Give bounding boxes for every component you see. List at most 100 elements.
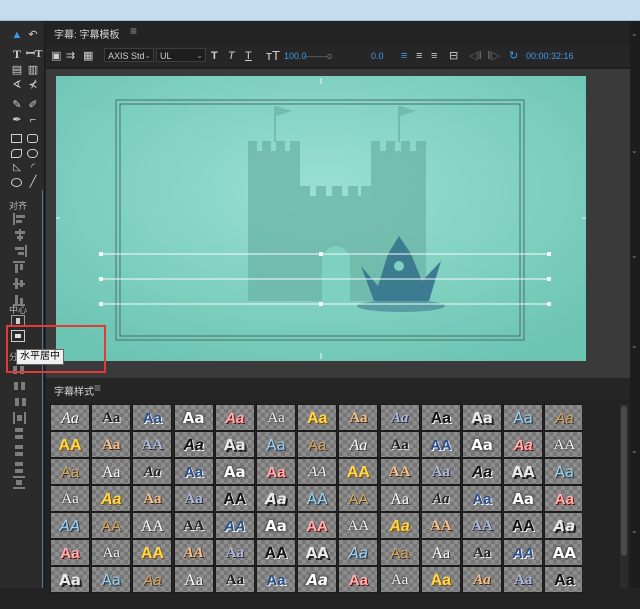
line-tool-icon[interactable]: ╱ <box>26 176 40 188</box>
title-style-swatch[interactable]: Aa <box>379 485 420 512</box>
title-style-swatch[interactable]: AA <box>214 485 255 512</box>
delete-anchor-tool-icon[interactable]: ✐ <box>26 99 40 111</box>
title-style-swatch[interactable]: Aa <box>297 404 338 431</box>
title-style-swatch[interactable]: AA <box>297 539 338 566</box>
title-style-swatch[interactable]: AA <box>173 539 214 566</box>
title-style-swatch[interactable]: AA <box>214 512 255 539</box>
title-style-swatch[interactable]: Aa <box>503 404 544 431</box>
title-style-swatch[interactable]: AA <box>297 512 338 539</box>
chevron-icon[interactable]: ⌄ <box>631 526 638 535</box>
title-style-swatch[interactable]: Aa <box>50 404 90 431</box>
title-style-swatch[interactable]: Aa <box>214 404 255 431</box>
convert-anchor-tool-icon[interactable]: ⌐ <box>26 114 40 126</box>
title-style-swatch[interactable]: Aa <box>50 485 90 512</box>
title-style-swatch[interactable]: AA <box>338 512 379 539</box>
title-style-swatch[interactable]: Aa <box>544 458 582 485</box>
title-style-swatch[interactable]: Aa <box>544 404 582 431</box>
chevron-icon[interactable]: ⌄ <box>631 146 638 155</box>
scrollbar-thumb[interactable] <box>621 406 627 556</box>
title-style-swatch[interactable]: Aa <box>379 431 420 458</box>
styles-menu-icon[interactable]: ≡ <box>94 381 101 395</box>
title-style-swatch[interactable]: Aa <box>132 485 173 512</box>
center-text-icon[interactable]: ≡ <box>416 49 422 63</box>
area-type-tool-icon[interactable]: ▤ <box>10 64 24 76</box>
title-style-swatch[interactable]: Aa <box>214 431 255 458</box>
arc-tool-icon[interactable]: ◜ <box>26 162 40 174</box>
title-style-swatch[interactable]: Aa <box>379 512 420 539</box>
title-style-swatch[interactable]: Aa <box>297 431 338 458</box>
rectangle-tool-icon[interactable] <box>11 134 22 143</box>
title-style-swatch[interactable]: Aa <box>503 566 544 593</box>
title-style-swatch[interactable]: Aa <box>379 539 420 566</box>
title-style-swatch[interactable]: Aa <box>297 566 338 593</box>
distribute-space-icon[interactable] <box>13 412 27 424</box>
styles-scrollbar[interactable] <box>620 404 628 588</box>
distribute-middle-icon[interactable] <box>13 444 27 456</box>
kerning-value[interactable]: 0.0 <box>371 49 384 63</box>
title-style-swatch[interactable]: AA <box>379 458 420 485</box>
distribute-bottom-icon[interactable] <box>13 460 27 473</box>
wedge-tool-icon[interactable]: ◺ <box>10 162 24 174</box>
title-style-swatch[interactable]: AA <box>132 512 173 539</box>
title-style-swatch[interactable]: Aa <box>91 539 132 566</box>
align-left-icon[interactable] <box>13 213 27 225</box>
title-style-swatch[interactable]: Aa <box>379 404 420 431</box>
title-style-swatch[interactable]: Aa <box>214 566 255 593</box>
distribute-right-icon[interactable] <box>13 396 27 408</box>
ellipse-tool-icon[interactable] <box>11 178 22 187</box>
title-style-swatch[interactable]: Aa <box>91 458 132 485</box>
title-style-swatch[interactable]: Aa <box>338 539 379 566</box>
title-style-swatch[interactable]: Aa <box>379 566 420 593</box>
font-family-dropdown[interactable]: AXIS Std ⌄ <box>104 48 154 62</box>
panel-menu-icon[interactable]: ≡ <box>130 24 137 38</box>
pen-tool-icon[interactable]: ✎ <box>10 99 24 111</box>
title-style-swatch[interactable]: Aa <box>50 566 90 593</box>
title-style-swatch[interactable]: AA <box>132 539 173 566</box>
title-style-swatch[interactable]: Aa <box>173 404 214 431</box>
title-style-swatch[interactable]: AA <box>297 458 338 485</box>
distribute-center-icon[interactable] <box>13 380 27 392</box>
title-style-swatch[interactable]: AA <box>297 485 338 512</box>
title-style-swatch[interactable]: Aa <box>256 431 296 458</box>
title-style-swatch[interactable]: Aa <box>256 458 296 485</box>
title-style-swatch[interactable]: AA <box>256 539 296 566</box>
title-style-swatch[interactable]: Aa <box>462 566 502 593</box>
title-style-swatch[interactable]: Aa <box>256 485 296 512</box>
tab-stops-icon[interactable]: ⊟ <box>449 49 458 63</box>
title-style-swatch[interactable]: Aa <box>420 566 461 593</box>
title-style-swatch[interactable]: Aa <box>173 485 214 512</box>
templates-icon[interactable]: ▦ <box>83 49 93 63</box>
title-style-swatch[interactable]: AA <box>544 431 582 458</box>
vertical-path-type-tool-icon[interactable]: ⊀ <box>26 79 40 91</box>
italic-icon[interactable]: T <box>228 49 235 63</box>
title-style-swatch[interactable]: Aa <box>256 566 296 593</box>
title-style-swatch[interactable]: Aa <box>462 431 502 458</box>
title-style-swatch[interactable]: Aa <box>132 404 173 431</box>
type-tool-icon[interactable]: T <box>10 48 24 60</box>
align-right-icon[interactable] <box>13 245 27 257</box>
title-style-swatch[interactable]: Aa <box>544 485 582 512</box>
vertical-type-tool-icon[interactable]: ꟷT <box>26 48 42 60</box>
underline-icon[interactable]: T <box>245 49 252 63</box>
styles-panel-tab[interactable]: 字幕样式 <box>54 383 94 398</box>
new-title-icon[interactable]: ▣ <box>51 49 61 63</box>
title-style-swatch[interactable]: Aa <box>462 404 502 431</box>
title-style-swatch[interactable]: AA <box>91 512 132 539</box>
title-style-swatch[interactable]: Aa <box>91 431 132 458</box>
title-style-swatch[interactable]: Aa <box>462 485 502 512</box>
title-style-swatch[interactable]: Aa <box>420 404 461 431</box>
title-style-swatch[interactable]: AA <box>50 512 90 539</box>
title-style-swatch[interactable]: Aa <box>338 566 379 593</box>
title-style-swatch[interactable]: Aa <box>544 512 582 539</box>
title-style-swatch[interactable]: Aa <box>420 458 461 485</box>
title-style-swatch[interactable]: Aa <box>462 539 502 566</box>
title-style-swatch[interactable]: AA <box>132 431 173 458</box>
title-style-swatch[interactable]: Aa <box>256 512 296 539</box>
title-style-swatch[interactable]: Aa <box>544 566 582 593</box>
title-style-swatch[interactable]: Aa <box>503 431 544 458</box>
title-style-swatch[interactable]: Aa <box>214 539 255 566</box>
title-style-swatch[interactable]: AA <box>462 512 502 539</box>
title-style-swatch[interactable]: AA <box>420 512 461 539</box>
distribute-vertical-space-icon[interactable] <box>13 476 27 489</box>
title-panel-tab[interactable]: 字幕: 字幕模板 <box>54 26 120 41</box>
